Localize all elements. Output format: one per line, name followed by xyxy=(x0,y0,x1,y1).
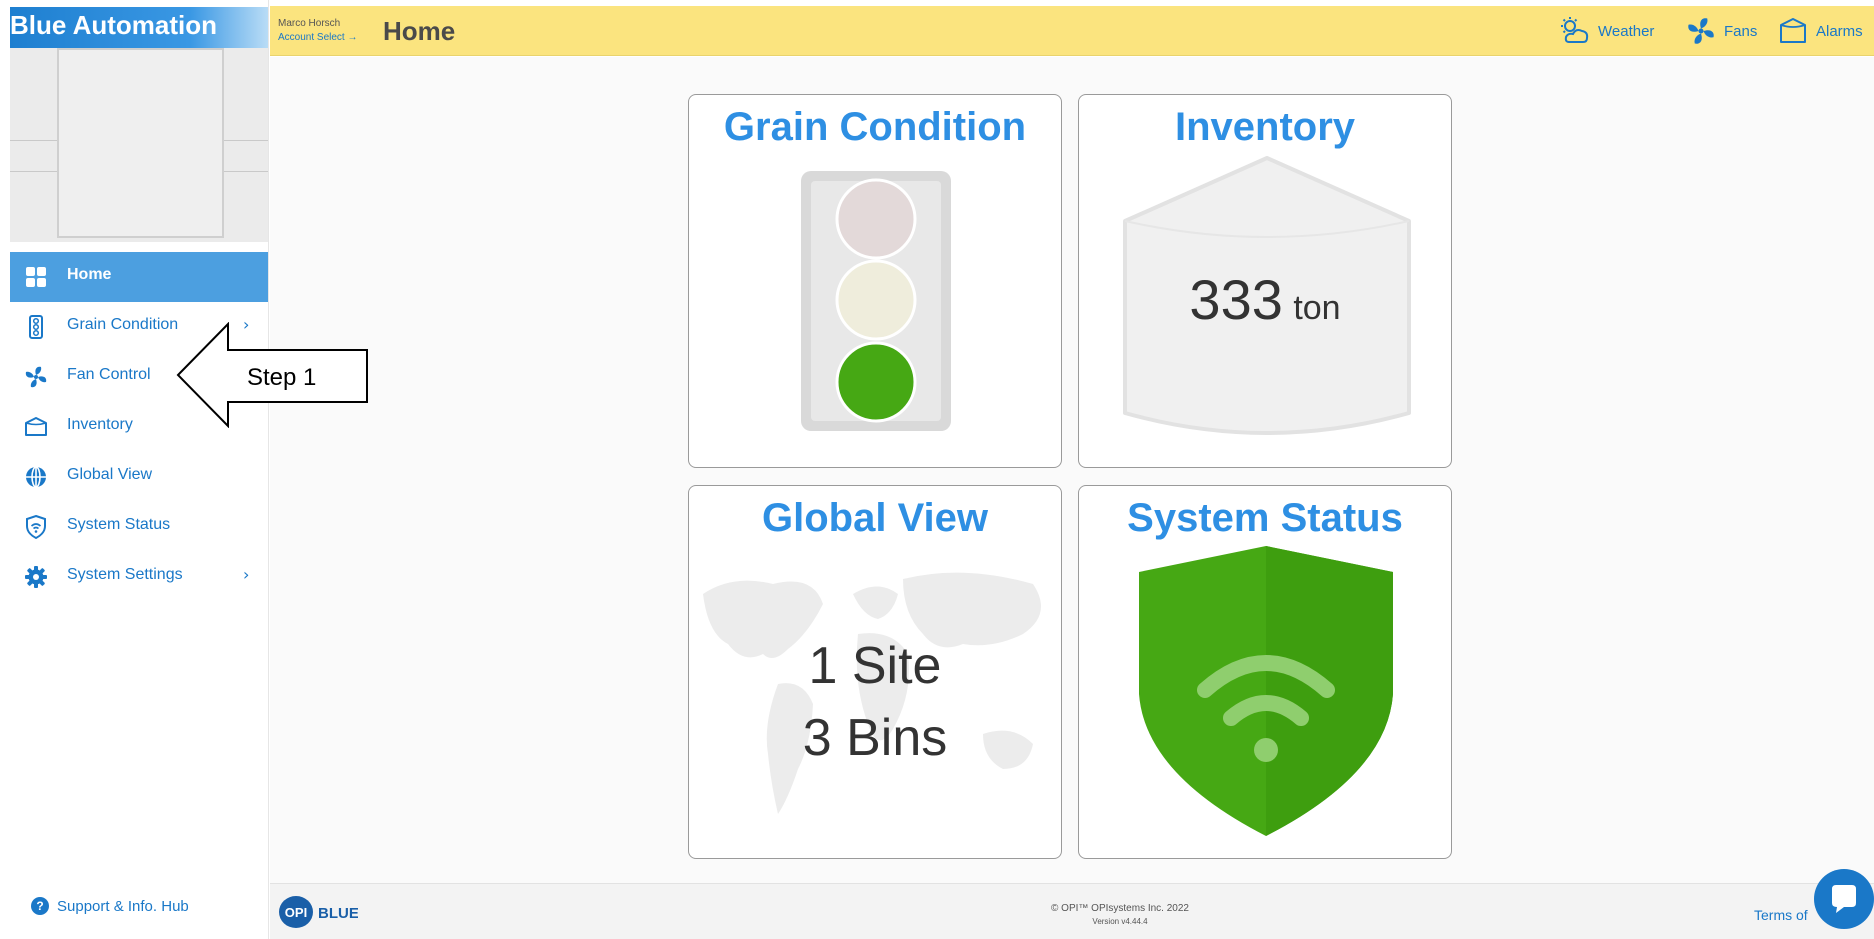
alarms-label: Alarms xyxy=(1816,22,1863,40)
sidebar-item-label: Global View xyxy=(67,466,153,483)
global-view-card[interactable]: Global View 1 Site 3 Bins xyxy=(688,485,1062,859)
sidebar: Blue Automation Home Grain Condition › F… xyxy=(0,0,269,939)
weather-label: Weather xyxy=(1598,22,1655,40)
account-select-link[interactable]: Account Select → xyxy=(278,32,357,43)
chevron-right-icon: › xyxy=(243,565,250,584)
weather-button[interactable]: Weather xyxy=(1560,16,1654,46)
svg-text:BLUE: BLUE xyxy=(318,905,358,922)
sidebar-item-label: Grain Condition xyxy=(67,316,179,333)
copyright-text: © OPI™ OPIsystems Inc. 2022 xyxy=(1051,903,1189,914)
alarms-button[interactable]: Alarms xyxy=(1778,16,1863,46)
chat-button[interactable] xyxy=(1814,869,1874,929)
page-title: Home xyxy=(383,16,456,46)
sidebar-item-home[interactable]: Home xyxy=(10,252,268,302)
inventory-value: 333 xyxy=(1189,268,1283,331)
fan-icon xyxy=(25,366,47,388)
traffic-light-graphic xyxy=(801,171,951,431)
gear-icon xyxy=(25,566,47,588)
sidebar-item-system-status[interactable]: System Status xyxy=(10,502,268,552)
green-light xyxy=(835,341,917,423)
sidebar-item-label: System Settings xyxy=(67,566,183,583)
inventory-card[interactable]: Inventory 333 ton xyxy=(1078,94,1452,468)
traffic-light-icon xyxy=(29,315,43,339)
top-header: Marco Horsch Account Select → Home Weath… xyxy=(270,6,1874,56)
inventory-unit: ton xyxy=(1293,289,1341,327)
app-root: Blue Automation Home Grain Condition › F… xyxy=(0,0,1874,939)
user-name: Marco Horsch xyxy=(278,18,341,29)
step-annotation-label: Step 1 xyxy=(247,364,317,391)
sidebar-item-system-settings[interactable]: System Settings › xyxy=(10,552,268,602)
svg-text:OPI: OPI xyxy=(285,905,307,920)
support-link[interactable]: ? Support & Info. Hub xyxy=(10,888,189,924)
card-title: Grain Condition xyxy=(723,105,1027,149)
inventory-amount: 333 ton xyxy=(1079,267,1451,332)
brand-title: Blue Automation xyxy=(10,10,218,40)
world-map-graphic xyxy=(703,572,1041,814)
grain-condition-card[interactable]: Grain Condition xyxy=(688,94,1062,468)
support-label: Support & Info. Hub xyxy=(57,897,189,915)
opi-blue-logo: OPI BLUE xyxy=(279,896,358,928)
main-content xyxy=(270,57,1874,883)
sidebar-item-label: Fan Control xyxy=(67,366,151,383)
red-light xyxy=(835,178,917,260)
bin-count: 3 Bins xyxy=(802,709,948,767)
grid-icon xyxy=(26,267,46,287)
site-count: 1 Site xyxy=(808,637,942,695)
card-title: Global View xyxy=(762,496,988,540)
fans-button[interactable]: Fans xyxy=(1686,16,1757,46)
bin-icon xyxy=(1780,18,1806,43)
question-icon: ? xyxy=(31,897,49,915)
system-status-card[interactable]: System Status xyxy=(1078,485,1452,859)
card-title: System Status xyxy=(1127,496,1403,540)
shield-wifi-icon xyxy=(1139,546,1393,836)
sidebar-item-global-view[interactable]: Global View xyxy=(10,452,268,502)
terms-link[interactable]: Terms of xyxy=(1754,907,1808,923)
shield-wifi-icon xyxy=(26,515,46,539)
fan-icon xyxy=(1688,18,1714,44)
sidebar-item-label: Inventory xyxy=(67,416,133,433)
bin-icon xyxy=(25,417,47,436)
fans-label: Fans xyxy=(1724,22,1758,40)
weather-icon xyxy=(1561,17,1589,43)
footer: OPI BLUE © OPI™ OPIsystems Inc. 2022 Ver… xyxy=(270,883,1874,939)
yellow-light xyxy=(835,259,917,341)
chat-bubble-icon xyxy=(1832,885,1856,913)
globe-icon xyxy=(26,466,46,488)
card-title: Inventory xyxy=(1174,105,1356,149)
logo-frame xyxy=(57,48,224,238)
version-text: Version v4.44.4 xyxy=(1092,917,1148,926)
sidebar-item-label: System Status xyxy=(67,516,171,533)
brand-banner[interactable]: Blue Automation xyxy=(10,7,268,48)
sidebar-item-label: Home xyxy=(67,266,112,283)
company-logo-placeholder xyxy=(10,48,268,242)
